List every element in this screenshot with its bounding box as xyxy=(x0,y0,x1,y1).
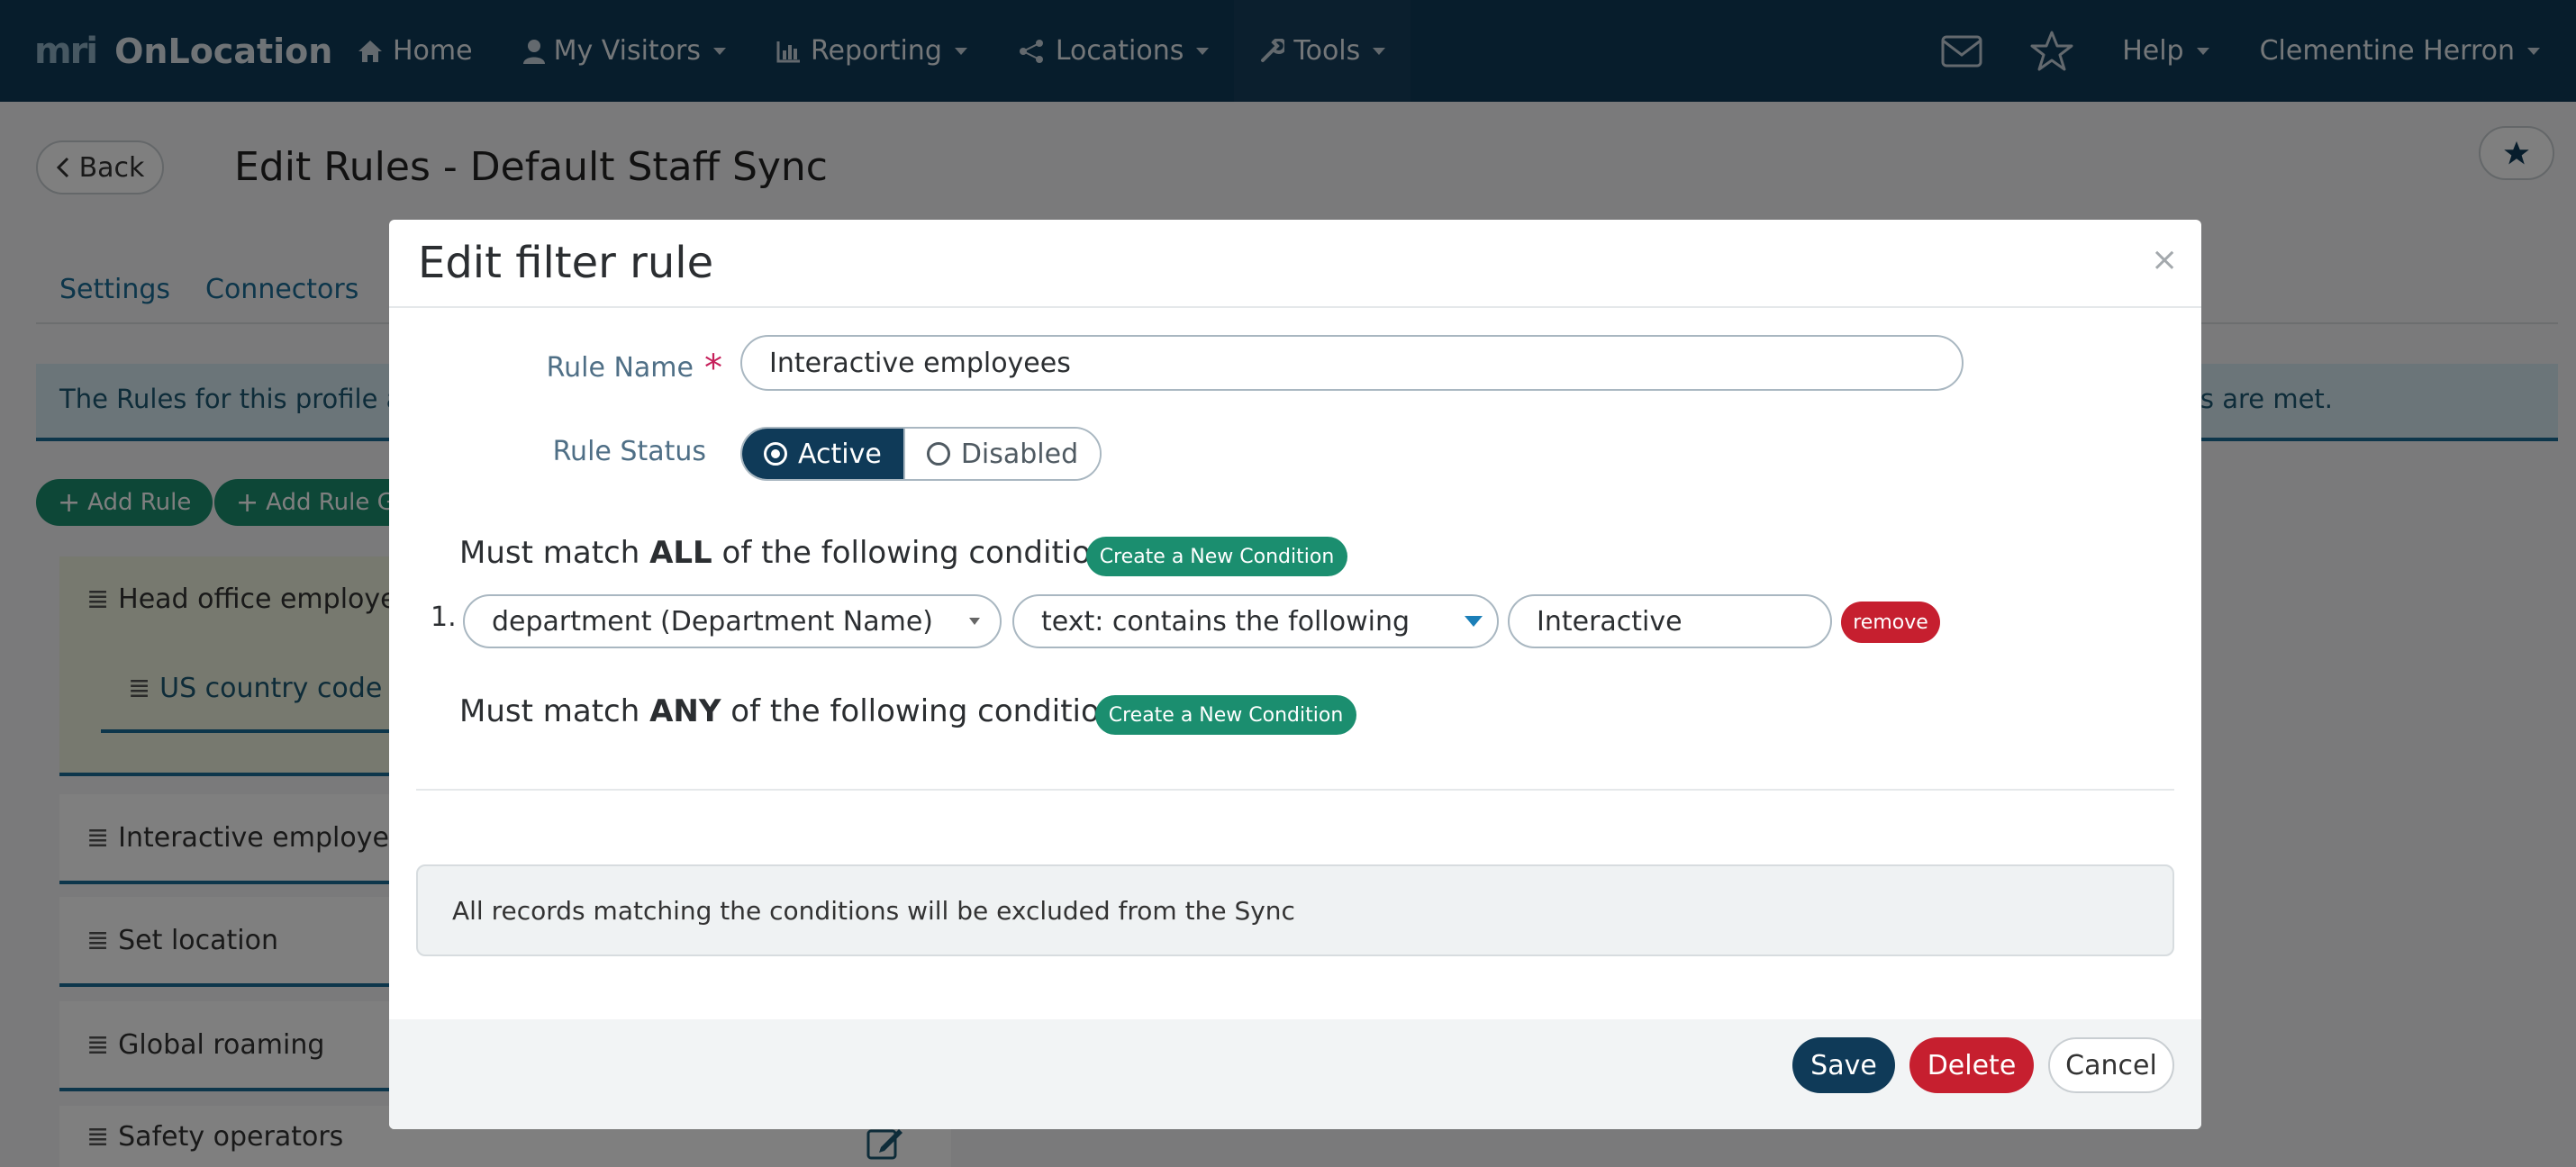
heading-suffix: of the following conditions xyxy=(730,693,1136,729)
any-conditions-heading: Must match ANY of the following conditio… xyxy=(459,693,1135,729)
all-conditions-heading: Must match ALL of the following conditio… xyxy=(459,535,1126,571)
rule-status-label: Rule Status xyxy=(552,436,706,467)
chevron-down-icon xyxy=(1465,616,1483,627)
heading-keyword: ALL xyxy=(649,535,712,571)
radio-unchecked-icon xyxy=(926,442,950,466)
heading-keyword: ANY xyxy=(649,693,721,729)
rule-name-label-text: Rule Name xyxy=(546,352,694,384)
save-button[interactable]: Save xyxy=(1792,1037,1895,1093)
condition-value-input[interactable]: Interactive xyxy=(1508,594,1832,648)
condition-number: 1. xyxy=(431,602,457,633)
create-condition-all-button[interactable]: Create a New Condition xyxy=(1086,537,1347,576)
create-condition-any-button[interactable]: Create a New Condition xyxy=(1095,695,1356,735)
rule-name-label: Rule Name * xyxy=(389,344,722,389)
close-icon[interactable]: × xyxy=(2151,241,2178,278)
modal-title: Edit filter rule xyxy=(418,238,714,288)
divider xyxy=(416,789,2174,791)
delete-button[interactable]: Delete xyxy=(1909,1037,2034,1093)
condition-value: Interactive xyxy=(1537,605,1683,638)
condition-field-select[interactable]: department (Department Name) xyxy=(463,594,1002,648)
remove-condition-button[interactable]: remove xyxy=(1841,602,1940,643)
heading-prefix: Must match xyxy=(459,535,640,571)
rule-name-input[interactable]: Interactive employees xyxy=(740,335,1964,391)
status-active-label: Active xyxy=(798,438,882,470)
radio-checked-icon xyxy=(764,442,787,466)
status-disabled-label: Disabled xyxy=(960,438,1079,470)
rule-name-value: Interactive employees xyxy=(769,347,1071,379)
status-disabled-option[interactable]: Disabled xyxy=(903,429,1101,479)
cancel-button[interactable]: Cancel xyxy=(2048,1037,2174,1093)
status-active-option[interactable]: Active xyxy=(742,429,903,479)
exclusion-note: All records matching the conditions will… xyxy=(416,864,2174,956)
condition-operator-select[interactable]: text: contains the following xyxy=(1012,594,1499,648)
rule-status-toggle: Active Disabled xyxy=(740,427,1102,481)
required-icon: * xyxy=(704,348,722,389)
edit-filter-rule-modal: Edit filter rule × Rule Name * Interactiv… xyxy=(389,220,2201,1129)
chevron-down-icon xyxy=(969,618,980,625)
condition-field-value: department (Department Name) xyxy=(492,605,934,638)
heading-prefix: Must match xyxy=(459,693,640,729)
condition-operator-value: text: contains the following xyxy=(1041,605,1410,638)
exclusion-note-text: All records matching the conditions will… xyxy=(452,895,1295,926)
heading-suffix: of the following conditions xyxy=(721,535,1127,571)
modal-header: Edit filter rule × xyxy=(389,220,2201,308)
modal-footer: Save Delete Cancel xyxy=(389,1019,2201,1129)
